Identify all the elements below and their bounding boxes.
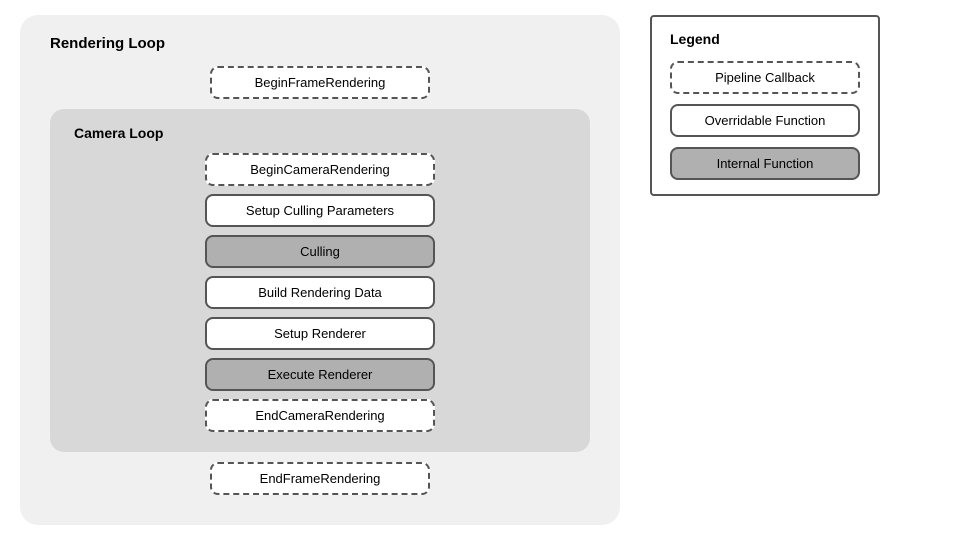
overridable-function-box: Overridable Function bbox=[670, 104, 860, 137]
build-rendering-data-label: Build Rendering Data bbox=[258, 285, 382, 300]
pipeline-callback-box: Pipeline Callback bbox=[670, 61, 860, 94]
legend-item-overridable: Overridable Function bbox=[670, 104, 860, 137]
camera-loop-box: Camera Loop BeginCameraRendering Setup Cu… bbox=[50, 109, 590, 452]
culling-box: Culling bbox=[205, 235, 435, 268]
overridable-function-label: Overridable Function bbox=[705, 113, 826, 128]
setup-culling-parameters-box: Setup Culling Parameters bbox=[205, 194, 435, 227]
internal-function-label: Internal Function bbox=[717, 156, 814, 171]
begin-frame-rendering-label: BeginFrameRendering bbox=[255, 75, 386, 90]
legend-title: Legend bbox=[670, 31, 860, 47]
camera-loop-title: Camera Loop bbox=[74, 125, 163, 141]
build-rendering-data-box: Build Rendering Data bbox=[205, 276, 435, 309]
begin-frame-rendering-box: BeginFrameRendering bbox=[210, 66, 430, 99]
pipeline-callback-label: Pipeline Callback bbox=[715, 70, 815, 85]
legend-items-container: Pipeline Callback Overridable Function Int… bbox=[670, 61, 860, 180]
legend-box: Legend Pipeline Callback Overridable Func… bbox=[650, 15, 880, 196]
setup-renderer-label: Setup Renderer bbox=[274, 326, 366, 341]
execute-renderer-box: Execute Renderer bbox=[205, 358, 435, 391]
end-frame-rendering-label: EndFrameRendering bbox=[260, 471, 381, 486]
setup-renderer-box: Setup Renderer bbox=[205, 317, 435, 350]
culling-label: Culling bbox=[300, 244, 340, 259]
endcamerarendering-label: EndCameraRendering bbox=[255, 408, 384, 423]
setup-culling-parameters-label: Setup Culling Parameters bbox=[246, 203, 394, 218]
rendering-loop-title: Rendering Loop bbox=[50, 35, 165, 52]
internal-function-box: Internal Function bbox=[670, 147, 860, 180]
rendering-loop-box: Rendering Loop BeginFrameRendering Camer… bbox=[20, 15, 620, 525]
endcamerarendering-box: EndCameraRendering bbox=[205, 399, 435, 432]
begincamerarendering-label: BeginCameraRendering bbox=[250, 162, 389, 177]
execute-renderer-label: Execute Renderer bbox=[268, 367, 373, 382]
camera-items-container: BeginCameraRendering Setup Culling Parame… bbox=[74, 153, 566, 432]
legend-item-pipeline: Pipeline Callback bbox=[670, 61, 860, 94]
begincamerarendering-box: BeginCameraRendering bbox=[205, 153, 435, 186]
legend-item-internal: Internal Function bbox=[670, 147, 860, 180]
main-container: Rendering Loop BeginFrameRendering Camer… bbox=[20, 15, 940, 525]
end-frame-rendering-box: EndFrameRendering bbox=[210, 462, 430, 495]
